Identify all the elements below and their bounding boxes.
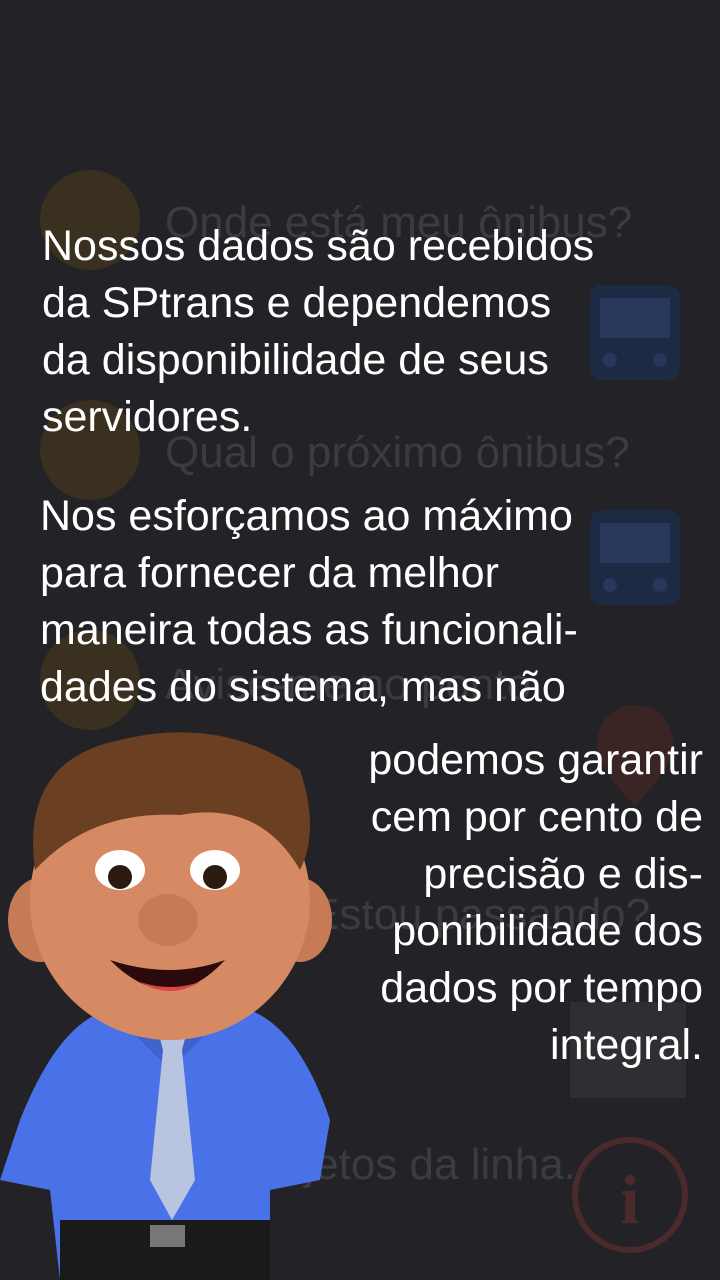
message-paragraph-3: podemos garantir cem por cento de precis…	[368, 736, 703, 1069]
mascot-character	[0, 732, 332, 1280]
message-paragraph-1: Nossos dados são recebidos da SPtrans e …	[42, 222, 595, 441]
message-paragraph-2: Nos esforçamos ao máximo para fornecer d…	[40, 492, 578, 711]
help-overlay[interactable]: Nossos dados são recebidos da SPtrans e …	[0, 0, 720, 1280]
